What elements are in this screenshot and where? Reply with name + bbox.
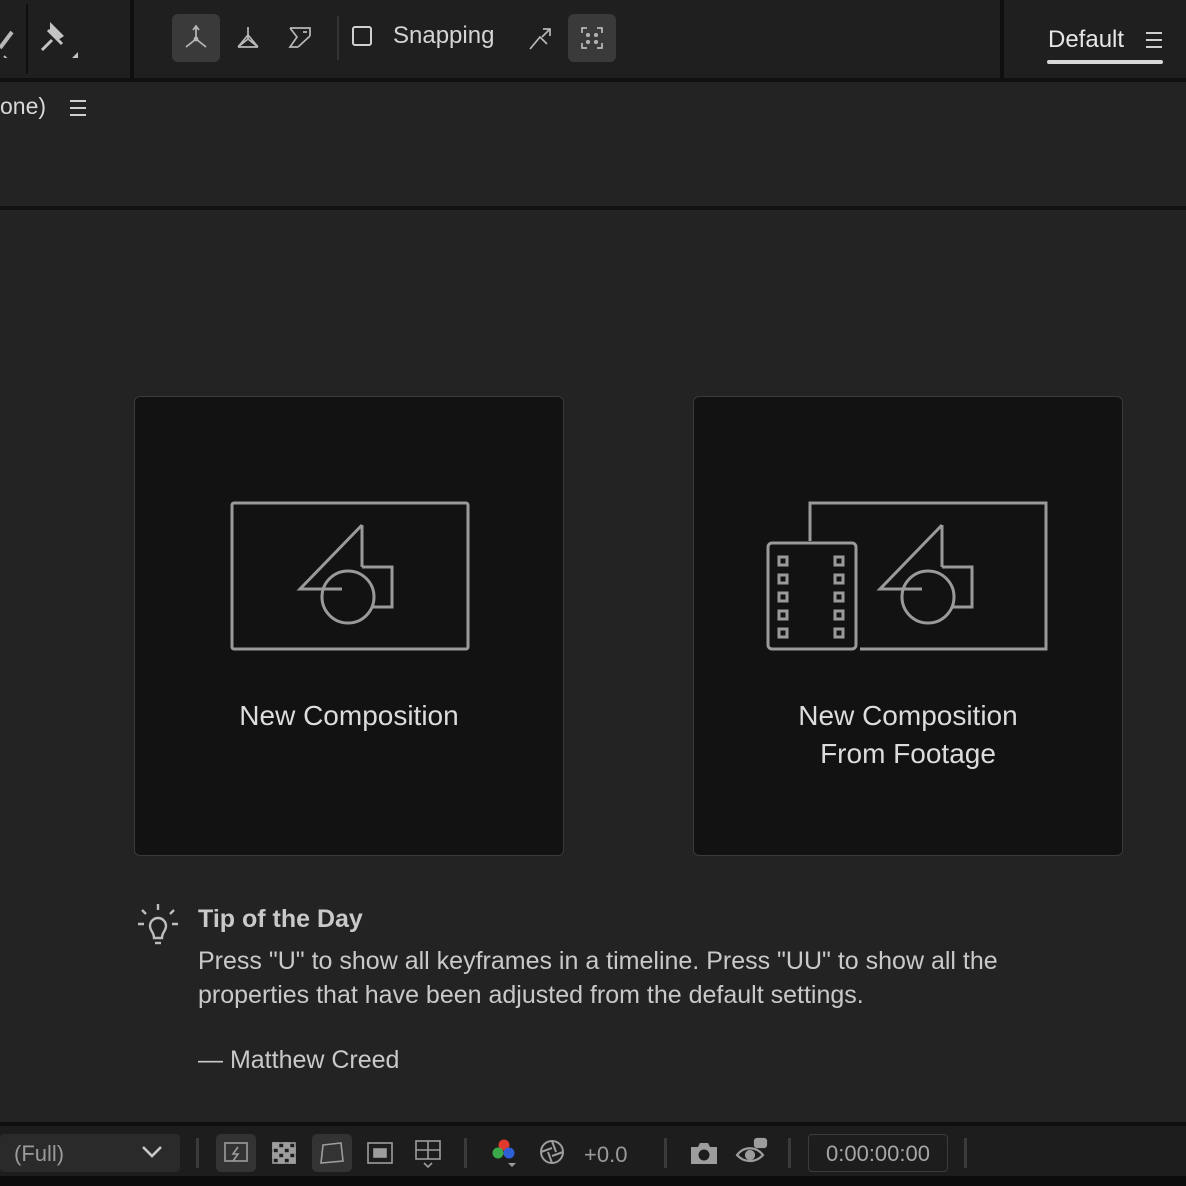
snapping-label[interactable]: Snapping [393,22,494,50]
timecode-value: 0:00:00:00 [826,1141,930,1166]
workspace-active-indicator [1047,60,1163,64]
show-snapshot-icon[interactable] [734,1136,770,1173]
panel-title: one) [0,93,47,119]
fast-previews-button[interactable] [216,1134,256,1172]
toolbar-separator [1000,0,1004,78]
chevron-down-icon[interactable] [140,1142,164,1167]
bottom-separator [788,1138,791,1168]
lightbulb-icon [136,902,180,953]
bottom-separator [664,1138,667,1168]
bottom-separator [196,1138,199,1168]
toolbar-separator [26,4,28,74]
mask-visibility-button[interactable] [360,1134,400,1172]
bottom-separator [464,1138,467,1168]
resolution-value: (Full) [14,1141,65,1166]
camera-icon[interactable] [688,1138,720,1173]
snap-features-button[interactable] [568,14,616,62]
toolbar-separator [337,16,339,60]
workspace-default-tab[interactable]: Default [1048,26,1124,54]
composition-panel-header [0,82,1186,206]
view-axis-mode-button[interactable] [276,14,324,62]
grid-guides-button[interactable] [408,1134,448,1172]
transparency-grid-button[interactable] [264,1134,304,1172]
new-composition-card[interactable]: New Composition [134,396,564,856]
tip-author: — Matthew Creed [198,1046,400,1074]
viewer-bottom-edge [0,1176,1186,1186]
tip-body: Press "U" to show all keyframes in a tim… [198,947,998,1009]
bottom-separator [964,1138,967,1168]
new-composition-label: New Composition [239,700,459,731]
tip-title: Tip of the Day [198,905,363,933]
panel-divider [0,206,1186,210]
toolbar-separator [130,0,134,78]
new-composition-icon [230,501,470,658]
exposure-value[interactable]: +0.0 [584,1142,627,1168]
color-channels-icon[interactable] [488,1136,522,1175]
new-composition-from-footage-card[interactable]: New Composition From Footage [693,396,1123,856]
composition-from-footage-icon [766,501,1052,658]
local-axis-mode-button[interactable] [172,14,220,62]
region-of-interest-button[interactable] [312,1134,352,1172]
snap-edges-button[interactable] [516,14,564,62]
panel-menu-icon[interactable] [70,100,86,121]
world-axis-mode-button[interactable] [224,14,272,62]
aperture-exposure-icon[interactable] [536,1136,568,1173]
new-composition-from-footage-label-line2: From Footage [820,738,996,769]
brush-tool-icon[interactable] [0,18,22,63]
puppet-pin-tool-icon[interactable] [36,18,82,60]
new-composition-from-footage-label-line1: New Composition [798,700,1018,731]
workspace-menu-icon[interactable] [1146,32,1162,53]
snapping-checkbox[interactable] [352,26,372,46]
